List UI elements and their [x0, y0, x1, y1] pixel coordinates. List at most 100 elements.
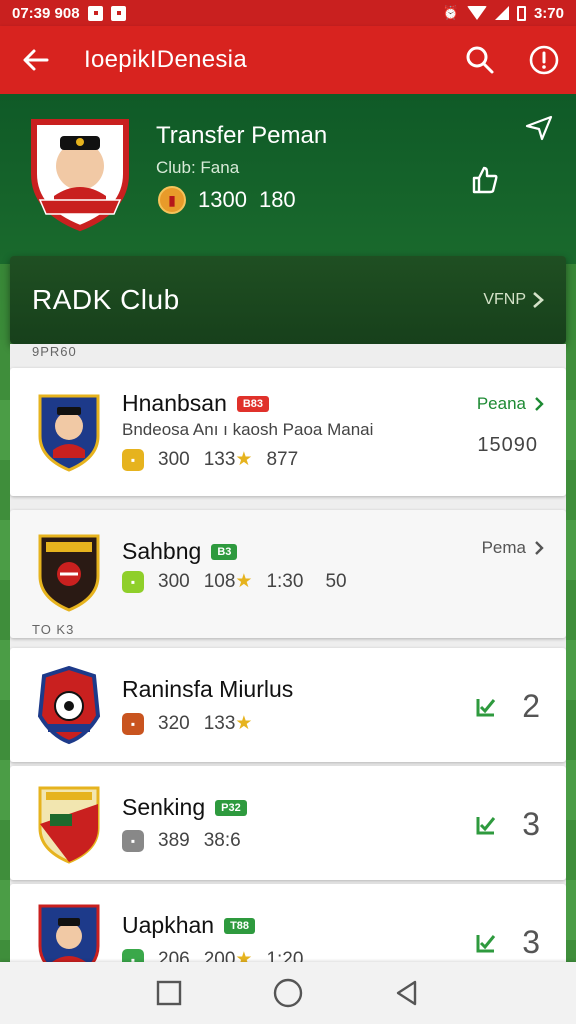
player-name: Hnanbsan B83 [122, 390, 270, 417]
check-icon[interactable] [474, 813, 498, 837]
coin-icon: ▮ [158, 186, 186, 214]
header-stat-b: 180 [258, 187, 296, 212]
player-card[interactable]: Uapkhan T88 ▪ 206 200★ 1:20 3 [10, 884, 566, 964]
star-icon: ★ [235, 713, 253, 734]
search-button[interactable] [448, 26, 512, 94]
section-label-mid: TO K3 [32, 622, 75, 637]
player-card[interactable]: Hnanbsan B83 Bndeosa Anı ı kaosh Paoa Ma… [10, 368, 566, 496]
wifi-icon [466, 6, 487, 20]
back-nav-button[interactable] [383, 969, 431, 1017]
player-rank: 3 [474, 806, 540, 843]
player-card[interactable]: Senking P32 ▪ 389 38:6 3 [10, 766, 566, 880]
stat-value: 877 [266, 448, 299, 470]
player-description: Bndeosa Anı ı kaosh Paoa Manai [122, 420, 374, 439]
player-link-label: Peana [476, 394, 526, 413]
chevron-right-icon [535, 397, 544, 411]
player-badge: B83 [236, 395, 270, 412]
stat-value: 38:6 [203, 830, 241, 851]
stat-value: 389 [158, 830, 190, 851]
player-badge: T88 [224, 917, 256, 934]
header-stats: ▮ 1300 180 [158, 186, 296, 214]
rank-number: 3 [522, 924, 540, 960]
chevron-right-icon [535, 541, 544, 555]
profile-header: Transfer Peman Club: Fana ▮ 1300 180 [0, 94, 576, 264]
club-more-label: VFNP [483, 291, 526, 308]
stat-value: 108★ [203, 571, 253, 592]
player-crest [38, 786, 100, 864]
player-link-label: Pema [481, 538, 526, 557]
header-title: Transfer Peman [156, 122, 328, 149]
stat-value: 300 [158, 570, 190, 592]
player-name: Sahbng B3 [122, 538, 238, 565]
player-card[interactable]: Raninsfa Miurlus ▪ 320 133★ 2 [10, 648, 566, 762]
signal-icon [494, 6, 509, 20]
info-button[interactable] [512, 26, 576, 94]
player-name-text: Senking [122, 794, 206, 820]
player-link[interactable]: Pema [482, 538, 544, 558]
info-icon [529, 45, 559, 75]
stat-chip-icon: ▪ [122, 712, 144, 735]
player-list: 9PR60 Hnanbsan B83 Bndeosa Anı ı kaosh P… [10, 344, 566, 964]
app-bar: IoepikIDenesia [0, 26, 576, 94]
player-crest [38, 394, 100, 472]
send-icon[interactable] [524, 112, 554, 142]
check-icon[interactable] [474, 695, 498, 719]
player-card[interactable]: Sahbng B3 ▪ 300 108★ 1:30 50 Pema [10, 510, 566, 638]
circle-icon [273, 978, 303, 1008]
status-bar: 07:39 908 ⏰ 3:70 [0, 0, 576, 26]
player-crest [38, 904, 100, 964]
player-name: Uapkhan T88 [122, 912, 256, 939]
app-title: IoepikIDenesia [84, 46, 247, 73]
player-stats: ▪ 300 133★ 877 [122, 448, 298, 471]
club-more-link[interactable]: VFNP [483, 291, 544, 309]
section-label-top: 9PR60 [32, 344, 77, 359]
header-stat-a: 1300 [198, 187, 247, 212]
header-subtitle: Club: Fana [156, 158, 240, 177]
thumbs-up-icon[interactable] [470, 164, 500, 196]
stat-value: 133★ [203, 449, 253, 470]
rank-number: 2 [522, 688, 540, 724]
player-crest [38, 534, 100, 612]
battery-icon [516, 5, 526, 21]
player-crest [37, 666, 101, 745]
club-crest-large [31, 119, 129, 232]
back-arrow-icon [23, 49, 49, 71]
player-name: Senking P32 [122, 794, 247, 821]
star-icon: ★ [235, 571, 253, 592]
player-rank: 2 [474, 688, 540, 725]
player-name: Raninsfa Miurlus [122, 676, 293, 703]
home-button[interactable] [264, 969, 312, 1017]
stat-value: 320 [158, 712, 190, 734]
player-stats: ▪ 320 133★ [122, 712, 252, 735]
player-value: 15090 [477, 434, 538, 456]
player-link[interactable]: Peana [477, 394, 544, 414]
system-nav-bar [0, 962, 576, 1024]
player-rank: 3 [474, 924, 540, 961]
status-time-left: 07:39 908 [12, 4, 80, 22]
notification-icon [87, 5, 103, 21]
back-button[interactable] [0, 26, 72, 94]
stat-value: 133★ [203, 713, 253, 734]
search-icon [466, 46, 494, 74]
player-badge: B3 [211, 543, 238, 560]
stat-value: 300 [158, 448, 190, 470]
stat-value: 1:30 [266, 570, 304, 592]
player-stats: ▪ 300 108★ 1:30 50 [122, 570, 347, 593]
alarm-icon: ⏰ [442, 5, 459, 20]
player-stats: ▪ 389 38:6 [122, 830, 241, 852]
stat-value: 50 [325, 570, 347, 592]
status-clock: 3:70 [533, 4, 564, 22]
chevron-right-icon [533, 292, 544, 308]
stat-chip-icon: ▪ [122, 830, 144, 852]
notification-icon-2 [110, 5, 126, 21]
recents-button[interactable] [145, 969, 193, 1017]
club-bar[interactable]: RADK Club VFNP [10, 256, 566, 344]
player-name-text: Hnanbsan [122, 390, 227, 416]
player-name-text: Sahbng [122, 538, 202, 564]
check-icon[interactable] [474, 931, 498, 955]
stat-chip-icon: ▪ [122, 448, 144, 471]
stat-chip-icon: ▪ [122, 570, 144, 593]
triangle-back-icon [396, 980, 416, 1006]
square-icon [157, 980, 182, 1006]
rank-number: 3 [522, 806, 540, 842]
